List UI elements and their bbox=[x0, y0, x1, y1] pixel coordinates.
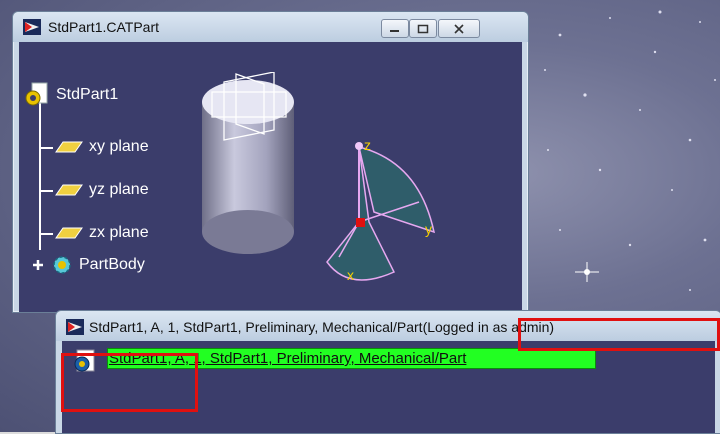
product-title-text: StdPart1, A, 1, StdPart1, Preliminary, M… bbox=[89, 319, 423, 335]
close-icon bbox=[454, 23, 464, 34]
tree-root-stdpart1[interactable]: StdPart1 bbox=[24, 82, 118, 108]
cylinder-part-model[interactable] bbox=[194, 72, 304, 262]
axis-compass[interactable]: z y x bbox=[309, 122, 449, 292]
tree-root-label: StdPart1 bbox=[56, 86, 119, 103]
expand-plus-icon[interactable] bbox=[31, 258, 45, 272]
annotation-login-status bbox=[518, 318, 720, 351]
plane-icon bbox=[55, 227, 83, 239]
restore-icon bbox=[417, 24, 429, 33]
part-window-title: StdPart1.CATPart bbox=[48, 19, 160, 35]
tree-item-label: xy plane bbox=[89, 138, 149, 155]
3d-viewport[interactable]: StdPart1 xy plane yz plane zx plane Part… bbox=[19, 42, 522, 312]
plane-icon bbox=[55, 184, 83, 196]
bright-star bbox=[575, 262, 599, 282]
axis-label-x: x bbox=[347, 267, 354, 283]
minimize-icon bbox=[390, 29, 399, 32]
tree-item-label: PartBody bbox=[79, 256, 145, 273]
axis-label-z: z bbox=[364, 137, 371, 153]
body-gear-icon bbox=[53, 256, 71, 274]
tree-item-xy-plane[interactable]: xy plane bbox=[55, 138, 149, 156]
part-document-icon bbox=[25, 82, 48, 106]
part-window-titlebar[interactable]: StdPart1.CATPart bbox=[13, 12, 528, 42]
part-window[interactable]: StdPart1.CATPart StdPart1 xy plane yz pl… bbox=[12, 11, 529, 313]
restore-button[interactable] bbox=[409, 19, 437, 38]
catia-app-icon bbox=[66, 319, 84, 335]
catia-app-icon bbox=[23, 19, 41, 35]
tree-item-yz-plane[interactable]: yz plane bbox=[55, 181, 149, 199]
close-button[interactable] bbox=[438, 19, 480, 38]
minimize-button[interactable] bbox=[381, 19, 409, 38]
annotation-node-label bbox=[61, 353, 198, 412]
tree-item-label: zx plane bbox=[89, 224, 149, 241]
plane-icon bbox=[55, 141, 83, 153]
tree-item-label: yz plane bbox=[89, 181, 149, 198]
product-window-title: StdPart1, A, 1, StdPart1, Preliminary, M… bbox=[89, 319, 554, 335]
tree-item-zx-plane[interactable]: zx plane bbox=[55, 224, 149, 242]
tree-item-partbody[interactable]: PartBody bbox=[31, 254, 145, 276]
axis-label-y: y bbox=[425, 221, 432, 237]
